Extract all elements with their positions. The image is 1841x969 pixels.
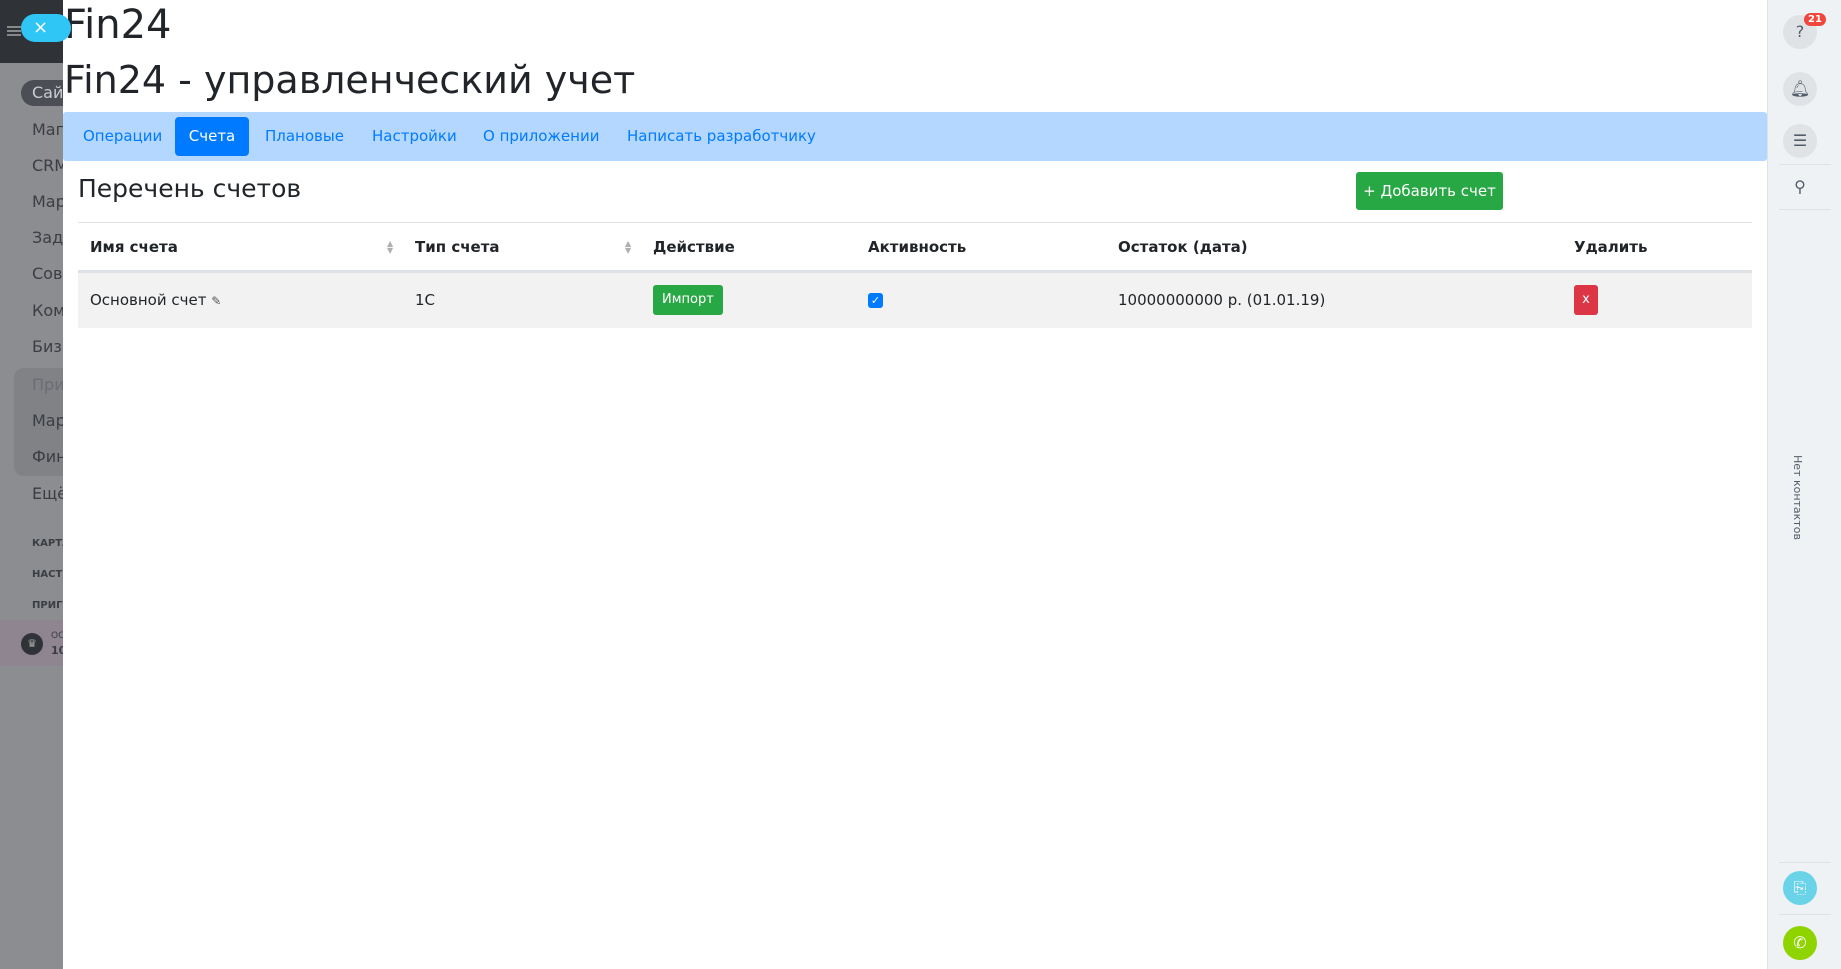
left-sidebar: Сайт Мага CRM Мар Зада Совм Ком Бизн При… (0, 0, 63, 969)
plan-value: 10 (51, 644, 63, 657)
tab-planned[interactable]: Плановые (249, 117, 360, 156)
header-label: Тип счета (415, 237, 500, 256)
header-label: Имя счета (90, 237, 178, 256)
header-type[interactable]: Тип счета ▲ ▼ (403, 222, 641, 273)
sidebar-item-site[interactable]: Сайт (21, 80, 63, 106)
header-active: Активность (856, 222, 1106, 273)
sidebar-item[interactable]: Фин (32, 447, 63, 466)
notification-badge: 21 (1804, 13, 1826, 26)
divider (1779, 209, 1831, 210)
right-bar: ? 21 🔔︎ ☰ ⚲ Нет контактов ⎘ ✆ (1767, 0, 1841, 969)
sidebar-item[interactable]: Ком (32, 301, 63, 320)
pencil-icon[interactable]: ✎ (211, 294, 221, 308)
sidebar-item[interactable]: Зада (32, 228, 63, 247)
divider (1779, 914, 1831, 915)
sidebar-item-more[interactable]: Ещё (32, 484, 63, 503)
add-account-button[interactable]: + Добавить счет (1356, 172, 1503, 210)
divider (1779, 164, 1831, 165)
account-balance: 10000000000 р. (01.01.19) (1106, 271, 1562, 328)
screen-share-icon[interactable]: ⎘ (1783, 871, 1817, 905)
sidebar-link[interactable]: КАРТА (32, 538, 63, 549)
sidebar-item[interactable]: Мага (32, 120, 63, 139)
tab-contact-developer[interactable]: Написать разработчику (611, 117, 832, 156)
account-name: Основной счет (90, 291, 207, 310)
plan-label: ОС (51, 631, 63, 641)
sidebar-item[interactable]: CRM (32, 156, 63, 175)
header-delete: Удалить (1562, 222, 1752, 273)
bell-icon[interactable]: 🔔︎ (1783, 72, 1817, 106)
no-contacts-label: Нет контактов (1791, 455, 1804, 540)
tab-about[interactable]: О приложении (467, 117, 615, 156)
chat-icon[interactable]: ☰ (1783, 124, 1817, 158)
sidebar-item[interactable]: Совм (32, 264, 63, 283)
header-balance: Остаток (дата) (1106, 222, 1562, 273)
phone-icon[interactable]: ✆ (1783, 926, 1817, 960)
sidebar-link[interactable]: ПРИГЛ (32, 600, 63, 611)
table-header: Имя счета ▲ ▼ Тип счета ▲ ▼ Действие Активно… (78, 222, 1752, 273)
crown-icon: ♛ (21, 633, 43, 655)
app-title: Fin24 (64, 2, 172, 48)
sort-icon[interactable]: ▲ ▼ (625, 240, 633, 255)
section-heading: Перечень счетов (78, 174, 302, 203)
sidebar-item[interactable]: Бизн (32, 337, 63, 356)
delete-button[interactable]: x (1574, 285, 1598, 316)
tab-operations[interactable]: Операции (67, 117, 178, 156)
account-type: 1С (403, 271, 641, 328)
tab-accounts[interactable]: Счета (175, 117, 249, 156)
table-row: Основной счет ✎ 1С Импорт ✓ 10000000000 … (78, 271, 1752, 328)
search-icon[interactable]: ⚲ (1783, 170, 1817, 204)
close-button[interactable]: × (21, 14, 71, 42)
nav-bar: Операции Счета Плановые Настройки О прил… (63, 112, 1767, 161)
divider (1779, 862, 1831, 863)
sidebar-item[interactable]: Мар (32, 192, 63, 211)
sidebar-item[interactable]: Мар (32, 411, 63, 430)
app-frame: Fin24 Fin24 - управленческий учет Операц… (63, 0, 1767, 969)
sidebar-item[interactable]: При (32, 375, 63, 394)
tab-settings[interactable]: Настройки (356, 117, 473, 156)
header-name[interactable]: Имя счета ▲ ▼ (78, 222, 403, 273)
import-button[interactable]: Импорт (653, 285, 723, 316)
accounts-table: Имя счета ▲ ▼ Тип счета ▲ ▼ Действие Активно… (78, 222, 1752, 328)
page-title: Fin24 - управленческий учет (64, 58, 636, 102)
sidebar-link[interactable]: НАСТР (32, 569, 63, 580)
header-action: Действие (641, 222, 856, 273)
sort-icon[interactable]: ▲ ▼ (387, 240, 395, 255)
active-checkbox[interactable]: ✓ (868, 293, 883, 309)
menu-icon[interactable] (7, 26, 21, 36)
